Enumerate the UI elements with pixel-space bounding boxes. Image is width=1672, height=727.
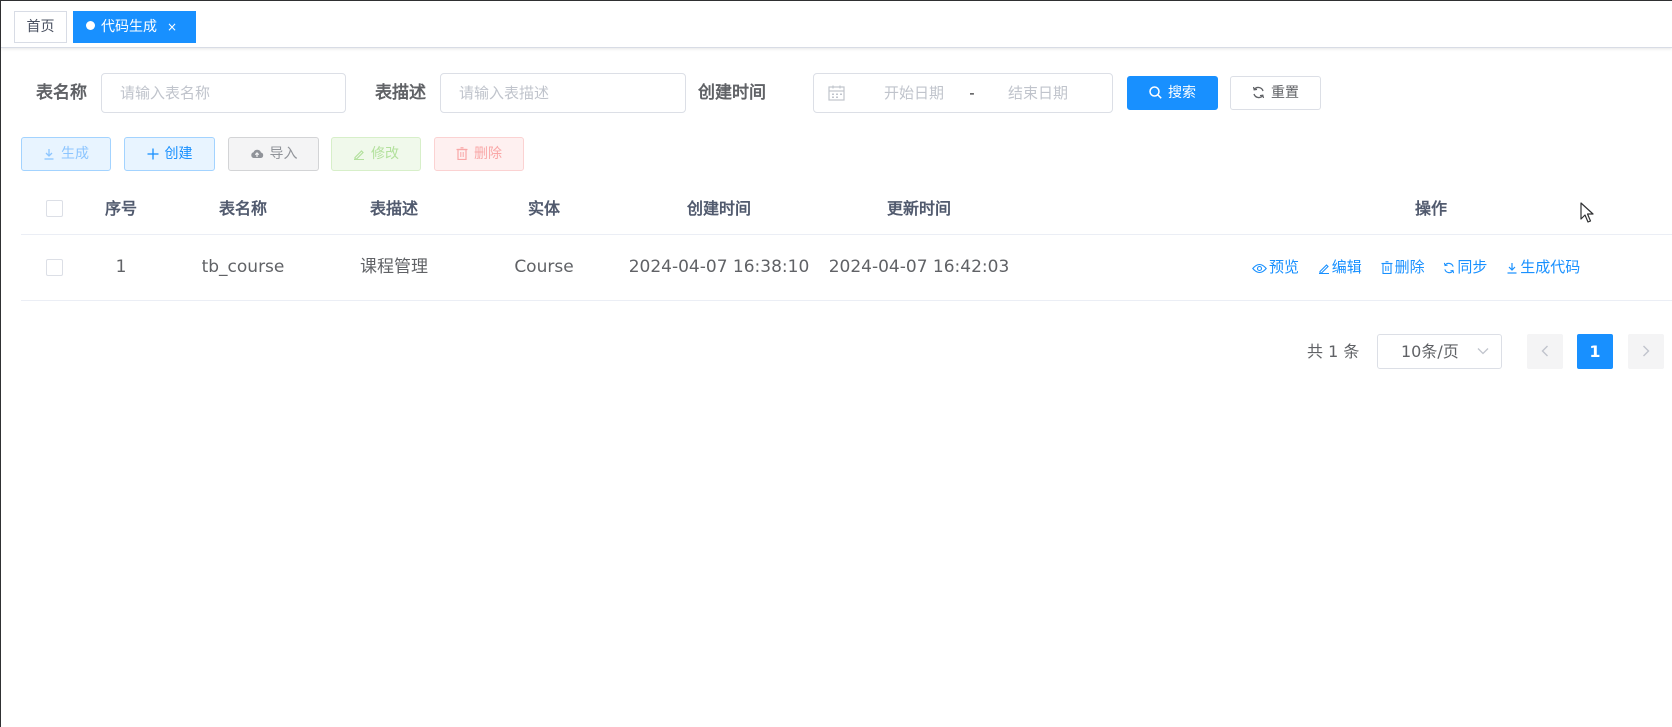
cell-table-desc: 课程管理 xyxy=(360,257,428,277)
table-header: 序号 表名称 表描述 实体 创建时间 更新时间 操作 xyxy=(21,184,1672,235)
eye-icon xyxy=(1252,263,1267,274)
tag-code-generation-label: 代码生成 xyxy=(101,19,157,35)
edit-icon xyxy=(354,150,364,160)
download-icon xyxy=(1507,263,1517,274)
active-dot-icon xyxy=(86,21,95,30)
prev-page-button[interactable] xyxy=(1527,334,1563,369)
end-date-input[interactable]: 结束日期 xyxy=(988,74,1088,112)
delete-button-label: 删除 xyxy=(474,146,502,162)
search-icon xyxy=(1149,86,1162,99)
table-desc-label: 表描述 xyxy=(375,83,426,103)
create-time-date-range[interactable]: 开始日期 - 结束日期 xyxy=(813,73,1113,113)
column-header-table-name: 表名称 xyxy=(218,199,267,218)
cloud-upload-icon xyxy=(250,149,263,158)
trash-icon xyxy=(456,147,468,160)
column-header-create-time: 创建时间 xyxy=(686,199,751,218)
pagination-total: 共 1 条 xyxy=(1307,342,1360,361)
tag-home[interactable]: 首页 xyxy=(14,11,67,43)
delete-link-label: 删除 xyxy=(1394,258,1425,276)
page-size-value: 10条/页 xyxy=(1401,342,1459,361)
select-all-checkbox[interactable] xyxy=(46,200,63,217)
reset-button-label: 重置 xyxy=(1271,85,1299,101)
delete-link[interactable]: 删除 xyxy=(1381,235,1425,300)
tag-home-label: 首页 xyxy=(26,19,55,35)
chevron-left-icon xyxy=(1541,345,1548,357)
chevron-down-icon xyxy=(1477,348,1489,355)
column-header-index: 序号 xyxy=(104,199,137,218)
table-row: 1 tb_course 课程管理 Course 2024-04-07 16:38… xyxy=(21,235,1672,301)
trash-icon xyxy=(1381,261,1393,274)
refresh-icon xyxy=(1444,262,1455,274)
row-checkbox[interactable] xyxy=(46,259,63,276)
sync-link[interactable]: 同步 xyxy=(1443,235,1487,300)
download-icon xyxy=(44,149,54,160)
cell-update-time: 2024-04-07 16:42:03 xyxy=(828,257,1010,277)
cell-table-name: tb_course xyxy=(201,257,285,277)
preview-link-label: 预览 xyxy=(1269,258,1300,276)
create-time-label: 创建时间 xyxy=(698,83,766,103)
next-page-button[interactable] xyxy=(1628,334,1664,369)
start-date-input[interactable]: 开始日期 xyxy=(864,74,964,112)
page-size-select[interactable]: 10条/页 xyxy=(1377,334,1502,369)
row-actions: 预览 编辑 删除 同步 生成代码 xyxy=(1252,235,1594,300)
mouse-cursor-icon xyxy=(1580,202,1594,223)
edit-link[interactable]: 编辑 xyxy=(1318,235,1362,300)
generate-button-label: 生成 xyxy=(61,146,89,162)
plus-icon xyxy=(147,148,158,160)
column-header-actions: 操作 xyxy=(1414,199,1447,218)
tags-view-bar: 首页 代码生成 × xyxy=(1,1,1672,48)
sync-link-label: 同步 xyxy=(1457,258,1488,276)
import-button-label: 导入 xyxy=(269,146,298,162)
search-button[interactable]: 搜索 xyxy=(1127,76,1218,110)
edit-icon xyxy=(1318,264,1329,274)
create-button-label: 创建 xyxy=(164,146,193,162)
close-icon[interactable]: × xyxy=(167,20,177,34)
column-header-entity: 实体 xyxy=(527,199,560,218)
import-button[interactable]: 导入 xyxy=(228,137,319,171)
generate-code-link[interactable]: 生成代码 xyxy=(1506,235,1580,300)
preview-link[interactable]: 预览 xyxy=(1252,235,1299,300)
delete-button[interactable]: 删除 xyxy=(434,137,524,171)
page-number-1[interactable]: 1 xyxy=(1577,334,1613,369)
table-name-input[interactable]: 请输入表名称 xyxy=(101,73,346,113)
generate-button[interactable]: 生成 xyxy=(21,137,111,171)
cell-index: 1 xyxy=(115,257,127,277)
edit-button[interactable]: 修改 xyxy=(331,137,421,171)
table-name-label: 表名称 xyxy=(36,83,87,103)
cell-entity: Course xyxy=(514,257,574,277)
calendar-icon xyxy=(828,85,845,101)
edit-button-label: 修改 xyxy=(371,146,399,162)
refresh-icon xyxy=(1252,86,1265,99)
column-header-table-desc: 表描述 xyxy=(369,199,418,218)
generate-code-link-label: 生成代码 xyxy=(1520,258,1581,276)
table-desc-input[interactable]: 请输入表描述 xyxy=(440,73,686,113)
column-header-update-time: 更新时间 xyxy=(886,199,951,218)
reset-button[interactable]: 重置 xyxy=(1230,76,1321,110)
edit-link-label: 编辑 xyxy=(1331,258,1362,276)
tag-code-generation[interactable]: 代码生成 × xyxy=(73,11,196,43)
cell-create-time: 2024-04-07 16:38:10 xyxy=(628,257,810,277)
chevron-right-icon xyxy=(1643,345,1650,357)
range-separator: - xyxy=(969,84,975,102)
create-button[interactable]: 创建 xyxy=(124,137,215,171)
search-button-label: 搜索 xyxy=(1168,85,1196,101)
